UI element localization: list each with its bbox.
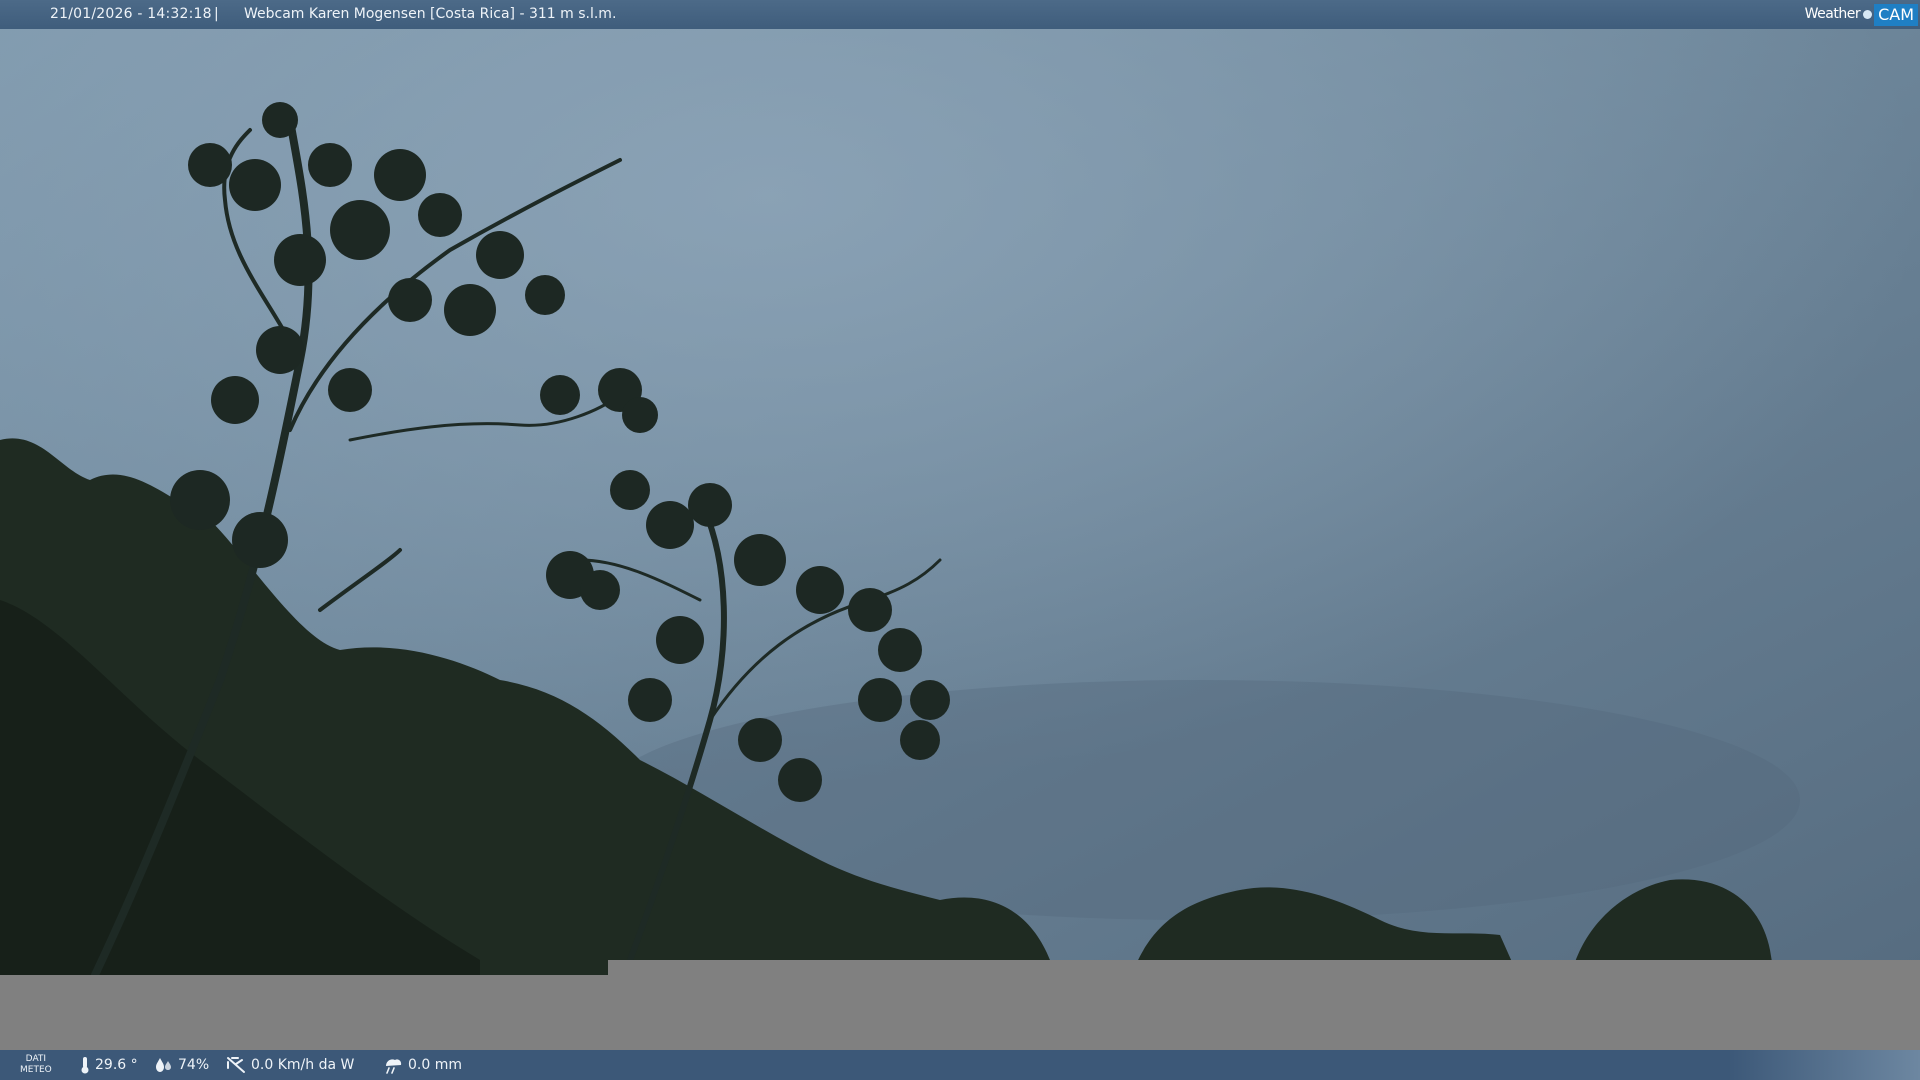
label-line2: METEO xyxy=(20,1065,52,1075)
logo-cam-text: CAM xyxy=(1874,3,1918,26)
humidity-icon xyxy=(156,1058,171,1072)
label-line1: DATI xyxy=(25,1054,47,1064)
timestamp: 21/01/2026 - 14:32:18 xyxy=(50,6,212,22)
gray-overlay-notch xyxy=(608,960,1920,976)
temperature-value: 29.6 ° xyxy=(95,1057,138,1073)
rain-reading: 0.0 mm xyxy=(383,1050,462,1080)
rain-icon xyxy=(386,1059,402,1074)
weather-data-bar: DATI METEO 29.6 ° 74% 0.0 Km/h da W 0.0 … xyxy=(0,1050,1920,1080)
humidity-value: 74% xyxy=(178,1057,210,1073)
weathercam-logo[interactable]: Weather CAM xyxy=(1802,2,1918,27)
thermometer-icon xyxy=(81,1057,89,1074)
weather-data-label: DATI METEO xyxy=(20,1054,52,1076)
logo-weather-text: Weather xyxy=(1804,6,1861,22)
logo-dot-icon xyxy=(1863,10,1873,19)
rain-value: 0.0 mm xyxy=(408,1057,462,1073)
webcam-image xyxy=(0,0,1920,980)
wind-icon xyxy=(227,1057,245,1073)
gray-overlay-band xyxy=(0,975,1920,1050)
top-info-bar: 21/01/2026 - 14:32:18 | Webcam Karen Mog… xyxy=(0,0,1920,29)
camera-title: Webcam Karen Mogensen [Costa Rica] - 311… xyxy=(244,6,617,22)
separator: | xyxy=(214,6,219,22)
humidity-reading: 74% xyxy=(155,1050,209,1080)
temperature-reading: 29.6 ° xyxy=(80,1050,138,1080)
wind-reading: 0.0 Km/h da W xyxy=(226,1050,354,1080)
wind-value: 0.0 Km/h da W xyxy=(251,1057,355,1073)
